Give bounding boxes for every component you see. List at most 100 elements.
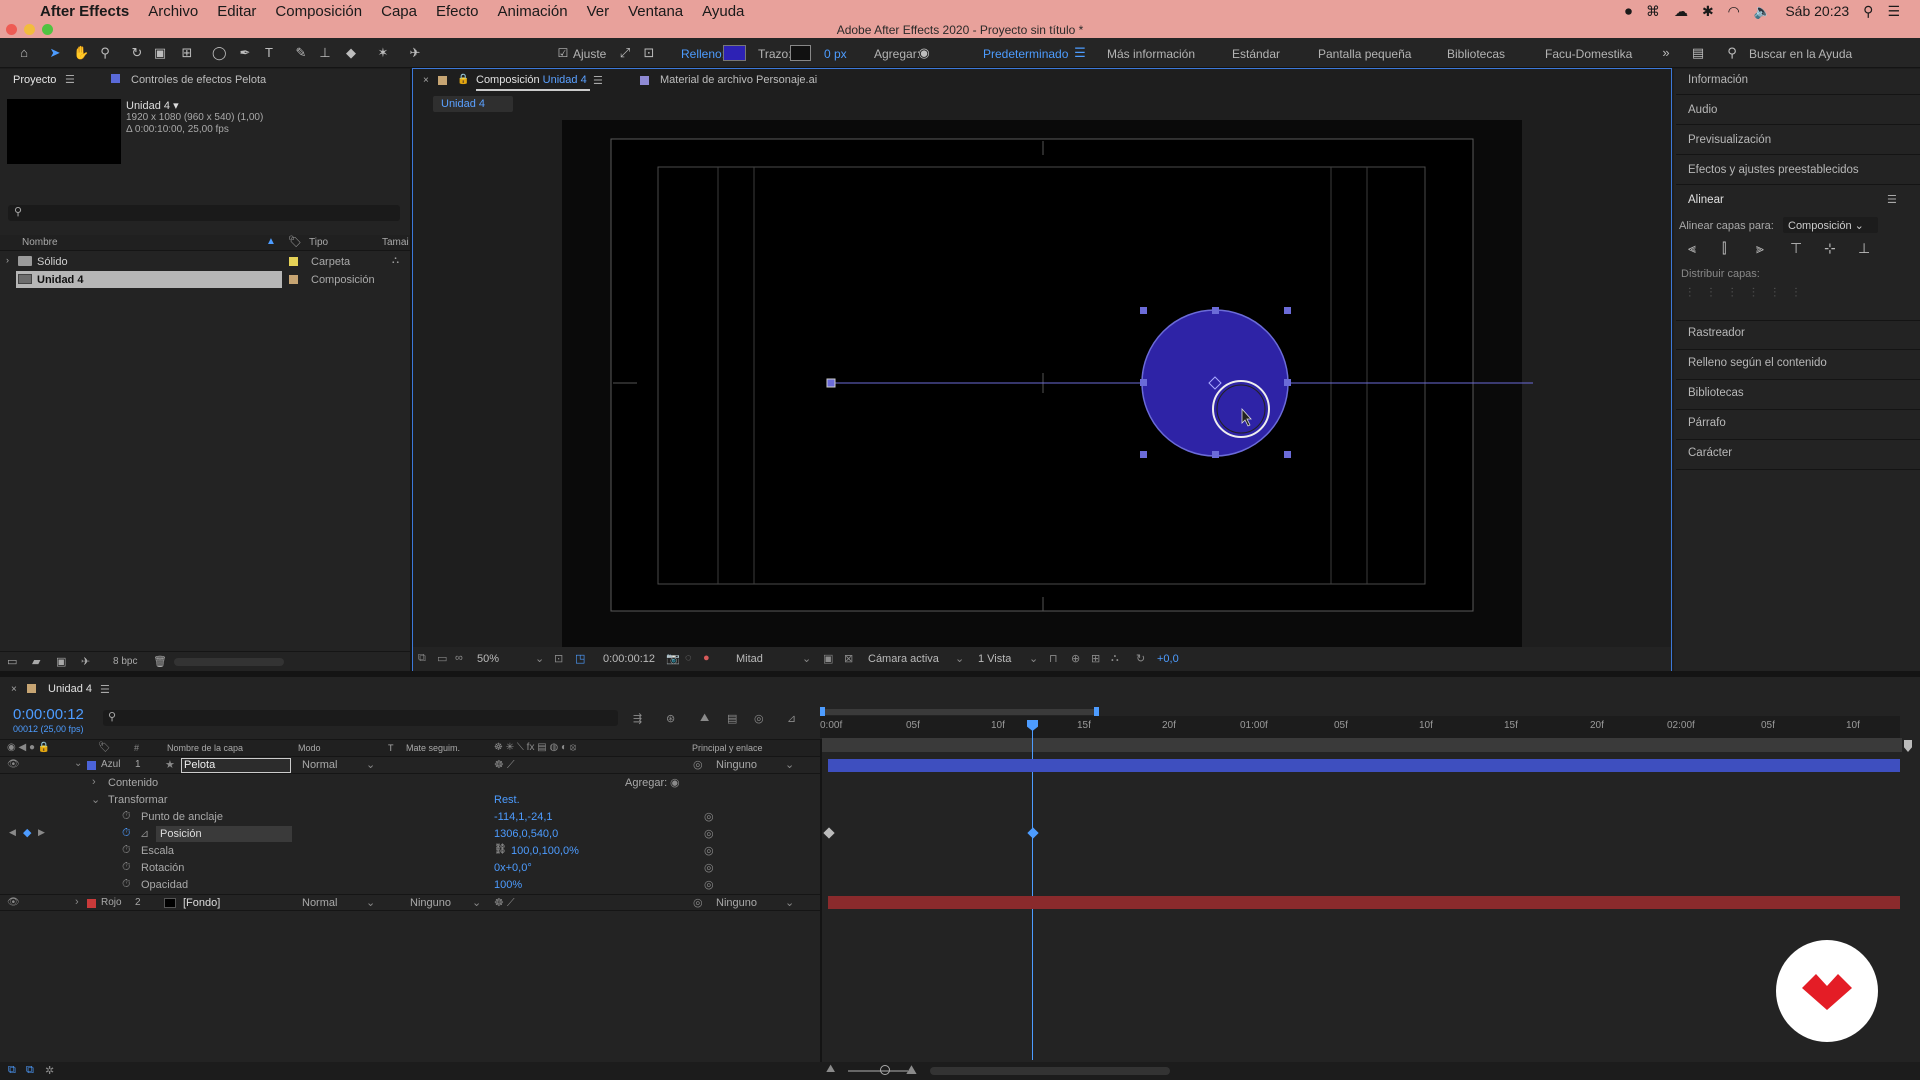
menu-composicion[interactable]: Composición — [275, 3, 362, 20]
parent-pickwhip-icon[interactable]: ◎ — [693, 896, 703, 909]
help-panel-icon[interactable]: ▤ — [1691, 46, 1705, 60]
panel-relleno[interactable]: Relleno según el contenido — [1688, 357, 1827, 369]
panel-audio[interactable]: Audio — [1688, 104, 1717, 116]
project-menu-icon[interactable]: ☰ — [65, 73, 75, 86]
snapshot-icon[interactable]: 📷 — [666, 652, 680, 665]
mode-dropdown-icon[interactable]: ⌄ — [366, 896, 375, 909]
color-channels-icon[interactable]: ● — [703, 652, 710, 664]
resolution-select[interactable]: Mitad — [736, 653, 763, 665]
workspace-facu-domestika[interactable]: Facu-Domestika — [1545, 47, 1632, 61]
help-search-icon[interactable]: ⚲ — [1725, 46, 1739, 60]
minimize-window-icon[interactable] — [24, 24, 35, 35]
draft-3d-icon[interactable]: ⊛ — [666, 712, 675, 725]
close-timeline-icon[interactable]: × — [11, 684, 17, 695]
workspace-estandar[interactable]: Estándar — [1232, 47, 1280, 61]
prev-keyframe-icon[interactable]: ◀ — [9, 827, 16, 838]
fast-previews-icon[interactable]: ⊕ — [1071, 652, 1080, 665]
expand-arrow-icon[interactable]: › — [6, 255, 9, 265]
prop-row[interactable]: ⏱ Escala ⛓ 100,0,100,0% ◎ — [0, 843, 820, 860]
layer-name[interactable]: Pelota — [184, 759, 215, 771]
new-comp-icon[interactable]: ▣ — [56, 655, 66, 668]
creative-cloud-icon[interactable]: ☁ — [1674, 3, 1688, 20]
layer-parent[interactable]: Ninguno — [716, 759, 757, 771]
puppet-tool-icon[interactable]: ✈ — [408, 46, 422, 60]
always-preview-icon[interactable]: ⧉ — [418, 652, 426, 665]
bbox-handle[interactable] — [1140, 379, 1147, 386]
col-type[interactable]: Tipo — [309, 237, 328, 248]
expression-icon[interactable]: ◎ — [704, 810, 714, 823]
layer-bar-fondo[interactable] — [828, 896, 1900, 909]
close-window-icon[interactable] — [6, 24, 17, 35]
bbox-handle[interactable] — [1284, 307, 1291, 314]
keyframe-toggle-icon[interactable]: ◆ — [23, 826, 31, 839]
reset-link[interactable]: Rest. — [494, 794, 520, 806]
parent-pickwhip-icon[interactable]: ◎ — [693, 758, 703, 771]
rotate-tool-icon[interactable]: ↻ — [130, 46, 144, 60]
transform-group[interactable]: ⌄ Transformar Rest. — [0, 792, 820, 809]
3d-glasses-icon[interactable]: ∞ — [455, 652, 463, 664]
toggle-render-time-icon[interactable]: ✲ — [45, 1064, 54, 1077]
collapse-arrow-icon[interactable]: ⌄ — [74, 758, 82, 769]
layer-switches-icon[interactable]: ☸ ⟋ — [494, 758, 515, 772]
tab-project[interactable]: Proyecto — [13, 74, 56, 86]
prop-value[interactable]: 1306,0,540,0 — [494, 828, 558, 840]
new-folder-icon[interactable]: ▰ — [32, 655, 40, 668]
layer-mode[interactable]: Normal — [302, 897, 337, 909]
bpc-label[interactable]: 8 bpc — [113, 656, 137, 667]
transparency-grid-icon[interactable]: ◳ — [575, 652, 585, 665]
resolution-dropdown-icon[interactable]: ⌄ — [802, 652, 811, 665]
timeline-search-input[interactable]: ⚲ — [103, 710, 618, 726]
panel-previsualizacion[interactable]: Previsualización — [1688, 134, 1771, 146]
frame-blending-icon[interactable]: ▤ — [727, 712, 737, 725]
work-area-bar[interactable] — [822, 709, 1097, 715]
timeline-menu-icon[interactable]: ☰ — [100, 683, 110, 696]
workspace-predeterminado[interactable]: Predeterminado — [983, 47, 1068, 61]
bbox-handle[interactable] — [1284, 451, 1291, 458]
path-start-keyframe[interactable] — [826, 378, 836, 388]
workspace-menu-icon[interactable]: ☰ — [1073, 46, 1087, 60]
align-menu-icon[interactable]: ☰ — [1887, 193, 1897, 206]
keyboard-icon[interactable]: ⌘ — [1646, 3, 1660, 20]
pan-behind-tool-icon[interactable]: ⊞ — [180, 46, 194, 60]
comp-name[interactable]: Unidad 4 ▾ — [126, 99, 179, 112]
spotlight-icon[interactable]: ⚲ — [1863, 3, 1873, 20]
panel-bibliotecas[interactable]: Bibliotecas — [1688, 387, 1744, 399]
reset-exposure-icon[interactable]: ↻ — [1136, 652, 1145, 665]
views-select[interactable]: 1 Vista — [978, 653, 1011, 665]
layer-label-name[interactable]: Azul — [101, 759, 120, 770]
prop-value[interactable]: 0x+0,0° — [494, 862, 532, 874]
comp-flowchart-icon[interactable]: ⇶ — [633, 712, 642, 725]
workspace-mas-informacion[interactable]: Más información — [1107, 47, 1195, 61]
panel-alinear[interactable]: Alinear — [1688, 194, 1724, 206]
parent-dropdown-icon[interactable]: ⌄ — [785, 896, 794, 909]
shy-layers-icon[interactable]: ⛰ — [700, 712, 709, 725]
render-icon[interactable]: ✈ — [81, 655, 90, 668]
align-hcenter-icon[interactable]: ⫿ — [1722, 240, 1726, 257]
control-center-icon[interactable]: ☰ — [1887, 3, 1900, 20]
stopwatch-icon[interactable]: ⏱ — [122, 827, 131, 840]
trash-icon[interactable]: 🗑 — [153, 655, 167, 668]
next-keyframe-icon[interactable]: ▶ — [38, 827, 45, 838]
align-right-icon[interactable]: ⫸ — [1756, 240, 1764, 257]
panel-caracter[interactable]: Carácter — [1688, 447, 1732, 459]
constrain-icon[interactable]: ⛓ — [494, 844, 507, 855]
roto-tool-icon[interactable]: ✶ — [376, 46, 390, 60]
clock[interactable]: Sáb 20:23 — [1785, 3, 1849, 19]
graph-editor-icon[interactable]: ⊿ — [787, 712, 796, 725]
align-left-icon[interactable]: ⫷ — [1688, 240, 1696, 257]
layer-label-swatch[interactable] — [87, 899, 96, 908]
exposure-value[interactable]: +0,0 — [1157, 653, 1179, 665]
col-parent[interactable]: Principal y enlace — [692, 743, 763, 753]
pen-tool-icon[interactable]: ✒ — [238, 46, 252, 60]
label-col-icon[interactable]: 🏷 — [288, 235, 302, 248]
expand-arrow-icon[interactable]: › — [92, 776, 96, 788]
stroke-swatch[interactable] — [790, 45, 811, 61]
record-icon[interactable]: ⏺ — [1625, 3, 1632, 20]
menu-archivo[interactable]: Archivo — [148, 3, 198, 20]
viewer-timecode[interactable]: 0:00:00:12 — [603, 653, 655, 665]
layer-name[interactable]: [Fondo] — [183, 897, 220, 909]
eraser-tool-icon[interactable]: ◆ — [344, 46, 358, 60]
contents-group[interactable]: › Contenido Agregar: ◉ — [0, 775, 820, 792]
sort-icon[interactable]: ▲ — [266, 236, 276, 247]
pixel-aspect-icon[interactable]: ⊓ — [1049, 652, 1058, 665]
